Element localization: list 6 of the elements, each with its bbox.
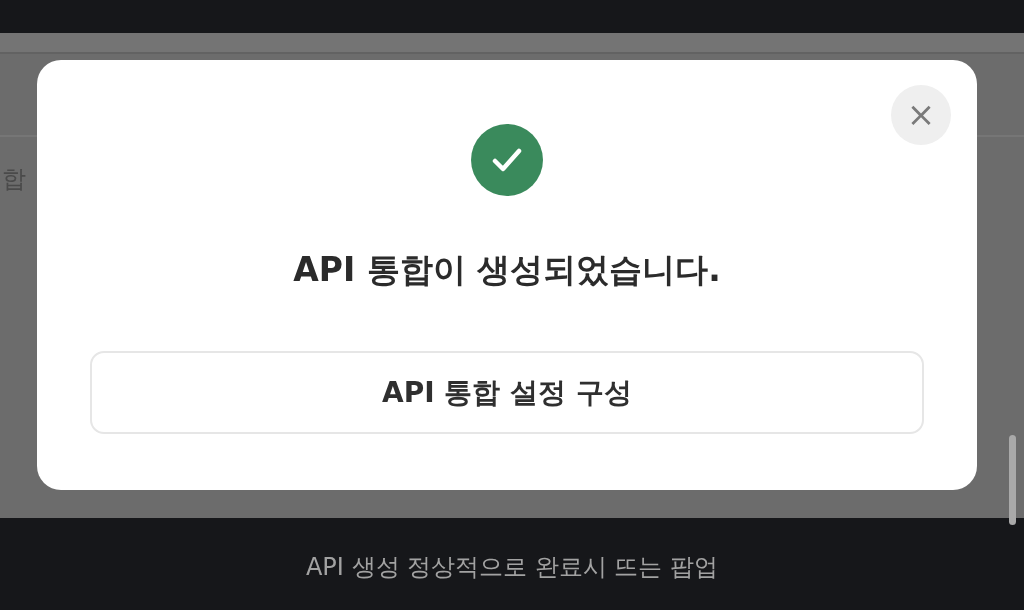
- close-button[interactable]: ×: [891, 85, 951, 145]
- scrollbar-thumb[interactable]: [1009, 435, 1016, 525]
- dialog-title: API 통합이 생성되었습니다.: [293, 249, 721, 291]
- caption-text: API 생성 정상적으로 완료시 뜨는 팝업: [305, 552, 719, 583]
- configure-button[interactable]: API 통합 설정 구성: [90, 351, 924, 434]
- check-icon: [471, 124, 543, 196]
